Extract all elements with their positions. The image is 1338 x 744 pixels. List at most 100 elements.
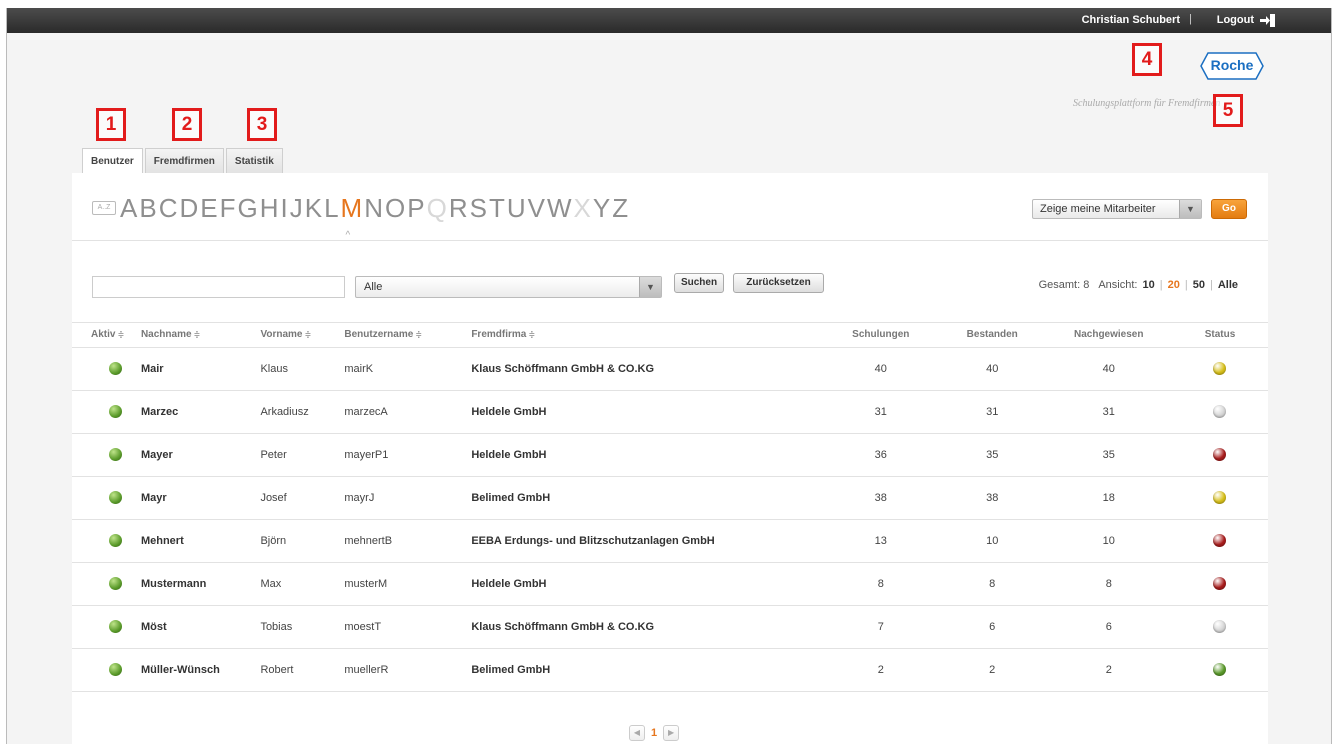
- letter-v[interactable]: V: [528, 193, 547, 223]
- search-input[interactable]: [92, 276, 345, 298]
- cell-aktiv: [72, 476, 141, 520]
- page-size-separator: |: [1184, 279, 1188, 291]
- cell-fremdfirma: Klaus Schöffmann GmbH & CO.KG: [471, 605, 823, 649]
- letter-r[interactable]: R: [449, 193, 470, 223]
- logout-link[interactable]: Logout: [1217, 14, 1254, 26]
- cell-nachgewiesen: 18: [1045, 476, 1172, 520]
- annotation-marker-1: 1: [96, 108, 126, 141]
- main-panel: A..Z A B C D E F G H I J K L M ^ N O P Q R S T U V W X Y Z Zeige m…: [72, 173, 1268, 744]
- cell-nachname[interactable]: Marzec: [140, 390, 261, 434]
- cell-schulungen: 8: [822, 562, 939, 606]
- reset-button[interactable]: Zurücksetzen: [733, 273, 824, 293]
- table-row[interactable]: Mayer Peter mayerP1 Heldele GmbH 36 35 35: [72, 433, 1268, 477]
- annotation-marker-3: 3: [247, 108, 277, 141]
- page-size-all[interactable]: Alle: [1218, 279, 1238, 291]
- letter-c[interactable]: C: [159, 193, 180, 223]
- cell-nachname[interactable]: Mayr: [140, 476, 261, 520]
- table-row[interactable]: Mayr Josef mayrJ Belimed GmbH 38 38 18: [72, 476, 1268, 520]
- letter-u[interactable]: U: [507, 193, 528, 223]
- letter-s[interactable]: S: [470, 193, 489, 223]
- page-size-50[interactable]: 50: [1193, 279, 1205, 291]
- top-bar: Christian Schubert | Logout: [7, 8, 1331, 33]
- cell-aktiv: [72, 433, 141, 477]
- tab-fremdfirmen[interactable]: Fremdfirmen: [144, 148, 224, 174]
- employee-filter-select[interactable]: Zeige meine Mitarbeiter ▼: [1032, 199, 1202, 219]
- active-status-icon: [109, 534, 122, 547]
- cell-bestanden: 35: [938, 433, 1046, 477]
- letter-g[interactable]: G: [237, 193, 259, 223]
- table-body: Mair Klaus mairK Klaus Schöffmann GmbH & CO…: [72, 347, 1268, 692]
- letter-z[interactable]: Z: [612, 193, 630, 223]
- sort-icon: ≑: [415, 330, 422, 340]
- cell-nachname[interactable]: Mehnert: [140, 519, 261, 563]
- col-vorname[interactable]: Vorname ≑: [260, 323, 345, 348]
- col-nachname[interactable]: Nachname ≑: [140, 323, 261, 348]
- letter-j[interactable]: J: [290, 193, 305, 223]
- letter-l[interactable]: L: [324, 193, 340, 223]
- table-row[interactable]: Mair Klaus mairK Klaus Schöffmann GmbH & CO…: [72, 347, 1268, 391]
- letter-i[interactable]: I: [281, 193, 290, 223]
- letter-e[interactable]: E: [200, 193, 219, 223]
- letter-y[interactable]: Y: [593, 193, 612, 223]
- page-number[interactable]: 1: [651, 727, 657, 739]
- sort-icon: ≑: [117, 330, 125, 340]
- logout-icon[interactable]: [1259, 14, 1275, 27]
- letter-o[interactable]: O: [385, 193, 407, 223]
- tab-benutzer[interactable]: Benutzer: [82, 148, 143, 175]
- cell-schulungen: 38: [822, 476, 939, 520]
- cell-status: [1171, 605, 1268, 649]
- cell-aktiv: [72, 562, 141, 606]
- search-button[interactable]: Suchen: [674, 273, 724, 293]
- col-nachgewiesen: Nachgewiesen: [1045, 323, 1172, 348]
- az-icon[interactable]: A..Z: [92, 201, 116, 215]
- cell-bestanden: 10: [938, 519, 1046, 563]
- cell-nachname[interactable]: Müller-Wünsch: [140, 648, 261, 692]
- cell-benutzername: mehnertB: [344, 519, 472, 563]
- letter-k[interactable]: K: [305, 193, 324, 223]
- company-select[interactable]: Alle ▼: [355, 276, 662, 298]
- table-row[interactable]: Mehnert Björn mehnertB EEBA Erdungs- und Bl…: [72, 519, 1268, 563]
- cell-nachname[interactable]: Möst: [140, 605, 261, 649]
- letter-p[interactable]: P: [407, 193, 426, 223]
- cell-nachname[interactable]: Mayer: [140, 433, 261, 477]
- letter-w[interactable]: W: [547, 193, 574, 223]
- alphabet-filter: A..Z A B C D E F G H I J K L M ^ N O P Q R S T U V W X Y Z Zeige m…: [72, 173, 1268, 241]
- next-page-icon[interactable]: ▶: [663, 725, 680, 741]
- col-benutzername[interactable]: Benutzername ≑: [344, 323, 472, 348]
- col-fremdfirma[interactable]: Fremdfirma ≑: [471, 323, 823, 348]
- page-size-10[interactable]: 10: [1142, 279, 1154, 291]
- cell-schulungen: 13: [822, 519, 939, 563]
- cell-nachgewiesen: 40: [1045, 347, 1172, 391]
- tab-statistik[interactable]: Statistik: [225, 148, 283, 174]
- letter-t[interactable]: T: [489, 193, 507, 223]
- cell-status: [1171, 562, 1268, 606]
- table-row[interactable]: Möst Tobias moestT Klaus Schöffmann GmbH & …: [72, 605, 1268, 649]
- cell-nachname[interactable]: Mustermann: [140, 562, 261, 606]
- cell-vorname: Max: [260, 562, 345, 606]
- user-name[interactable]: Christian Schubert: [1082, 14, 1180, 26]
- cell-benutzername: mairK: [344, 347, 472, 391]
- letter-n[interactable]: N: [364, 193, 385, 223]
- letter-f[interactable]: F: [220, 193, 238, 223]
- table-row[interactable]: Müller-Wünsch Robert muellerR Belimed GmbH 2…: [72, 648, 1268, 692]
- roche-logo-text: Roche: [1210, 57, 1254, 73]
- table-row[interactable]: Mustermann Max musterM Heldele GmbH 8 8 8: [72, 562, 1268, 606]
- letter-x: X: [573, 193, 593, 223]
- col-fremdfirma-label: Fremdfirma: [471, 329, 527, 341]
- letter-b[interactable]: B: [139, 193, 158, 223]
- cell-aktiv: [72, 605, 141, 649]
- letter-d[interactable]: D: [179, 193, 200, 223]
- cell-status: [1171, 519, 1268, 563]
- active-status-icon: [109, 491, 122, 504]
- letter-h[interactable]: H: [260, 193, 281, 223]
- cell-nachname[interactable]: Mair: [140, 347, 261, 391]
- table-row[interactable]: Marzec Arkadiusz marzecA Heldele GmbH 31 31 31: [72, 390, 1268, 434]
- letter-a[interactable]: A: [120, 193, 139, 223]
- cell-aktiv: [72, 347, 141, 391]
- go-button[interactable]: Go: [1211, 199, 1247, 219]
- letter-m[interactable]: M ^: [341, 193, 365, 241]
- page-size-20[interactable]: 20: [1168, 279, 1180, 291]
- active-status-icon: [109, 448, 122, 461]
- col-aktiv[interactable]: Aktiv ≑: [72, 323, 141, 348]
- prev-page-icon[interactable]: ◀: [629, 725, 645, 741]
